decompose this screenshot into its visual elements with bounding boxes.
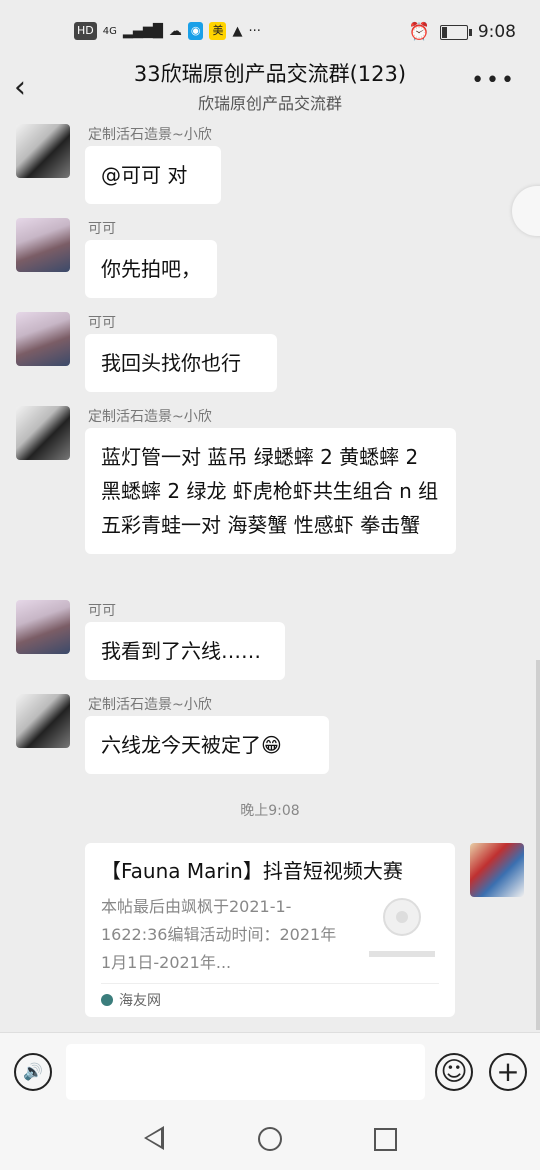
card-title: 【Fauna Marin】抖音短视频大赛	[101, 859, 403, 883]
avatar[interactable]	[16, 406, 70, 460]
signal-icon: ▂▄▆█	[122, 23, 163, 39]
card-source: 海友网	[101, 990, 161, 1010]
cloud-icon: ☁	[168, 23, 182, 39]
voice-input-icon[interactable]: 🔊	[14, 1053, 52, 1091]
sender-name: 定制活石造景~小欣	[88, 127, 212, 143]
status-bar: HD 4G ▂▄▆█ ☁ ◉ 美 ▲ ··· ⏰ 9:08	[0, 0, 540, 64]
message-bubble[interactable]: 我回头找你也行	[85, 334, 277, 392]
alarm-icon: ⏰	[408, 22, 430, 42]
nav-back-icon[interactable]	[144, 1126, 164, 1150]
plus-icon[interactable]: +	[489, 1053, 527, 1091]
status-more-icon: ···	[248, 23, 261, 39]
avatar[interactable]	[16, 694, 70, 748]
input-bar: 🔊 ☺ +	[0, 1032, 540, 1113]
my-avatar[interactable]	[470, 843, 524, 897]
avatar[interactable]	[16, 600, 70, 654]
card-divider	[101, 983, 439, 984]
chat-header: ‹ 33欣瑞原创产品交流群(123) 欣瑞原创产品交流群 •••	[0, 62, 540, 116]
nav-recents-icon[interactable]	[374, 1128, 397, 1151]
chat-subtitle: 欣瑞原创产品交流群	[197, 94, 342, 113]
qq-icon: ▲	[232, 23, 243, 39]
battery-fill	[441, 26, 447, 38]
app-icon: ◉	[187, 22, 204, 40]
network-indicator: 4G	[102, 25, 117, 37]
avatar[interactable]	[16, 124, 70, 178]
nav-home-icon[interactable]	[258, 1127, 282, 1151]
hd-indicator: HD	[74, 22, 97, 40]
sender-name: 可可	[88, 603, 116, 619]
message-bubble[interactable]: 蓝灯管一对 蓝吊 绿蟋蟀 2 黄蟋蟀 2 黑蟋蟀 2 绿龙 虾虎枪虾共生组合 n…	[85, 428, 456, 554]
system-nav-bar	[0, 1112, 540, 1170]
sender-name: 定制活石造景~小欣	[88, 697, 212, 713]
avatar[interactable]	[16, 312, 70, 366]
chat-title: 33欣瑞原创产品交流群(123)	[133, 62, 407, 86]
source-logo-icon	[101, 994, 113, 1006]
sender-name: 可可	[88, 315, 116, 331]
message-bubble[interactable]: 六线龙今天被定了😁	[85, 716, 329, 774]
sender-name: 定制活石造景~小欣	[88, 409, 212, 425]
meituan-icon: 美	[209, 22, 227, 40]
status-left: HD 4G ▂▄▆█ ☁ ◉ 美 ▲ ···	[74, 22, 261, 40]
message-bubble[interactable]: 你先拍吧，	[85, 240, 217, 298]
source-name: 海友网	[119, 993, 161, 1009]
message-bubble[interactable]: 我看到了六线……	[85, 622, 285, 680]
avatar[interactable]	[16, 218, 70, 272]
time-divider: 晚上9:08	[240, 803, 300, 819]
card-thumbnail-icon	[369, 898, 435, 957]
message-input[interactable]	[66, 1044, 425, 1100]
scrollbar[interactable]	[536, 660, 540, 1030]
side-floating-tab[interactable]	[512, 186, 540, 236]
sender-name: 可可	[88, 221, 116, 237]
battery-icon	[439, 24, 472, 40]
message-bubble[interactable]: @可可 对	[85, 146, 221, 204]
more-options-icon[interactable]: •••	[471, 68, 516, 93]
link-card[interactable]: 【Fauna Marin】抖音短视频大赛 本帖最后由飒枫于2021-1-1622…	[85, 843, 455, 1017]
card-description: 本帖最后由飒枫于2021-1-1622:36编辑活动时间：2021年1月1日-2…	[101, 897, 337, 972]
clock: 9:08	[477, 22, 516, 42]
emoji-icon[interactable]: ☺	[435, 1053, 473, 1091]
status-right: ⏰ 9:08	[409, 22, 516, 42]
